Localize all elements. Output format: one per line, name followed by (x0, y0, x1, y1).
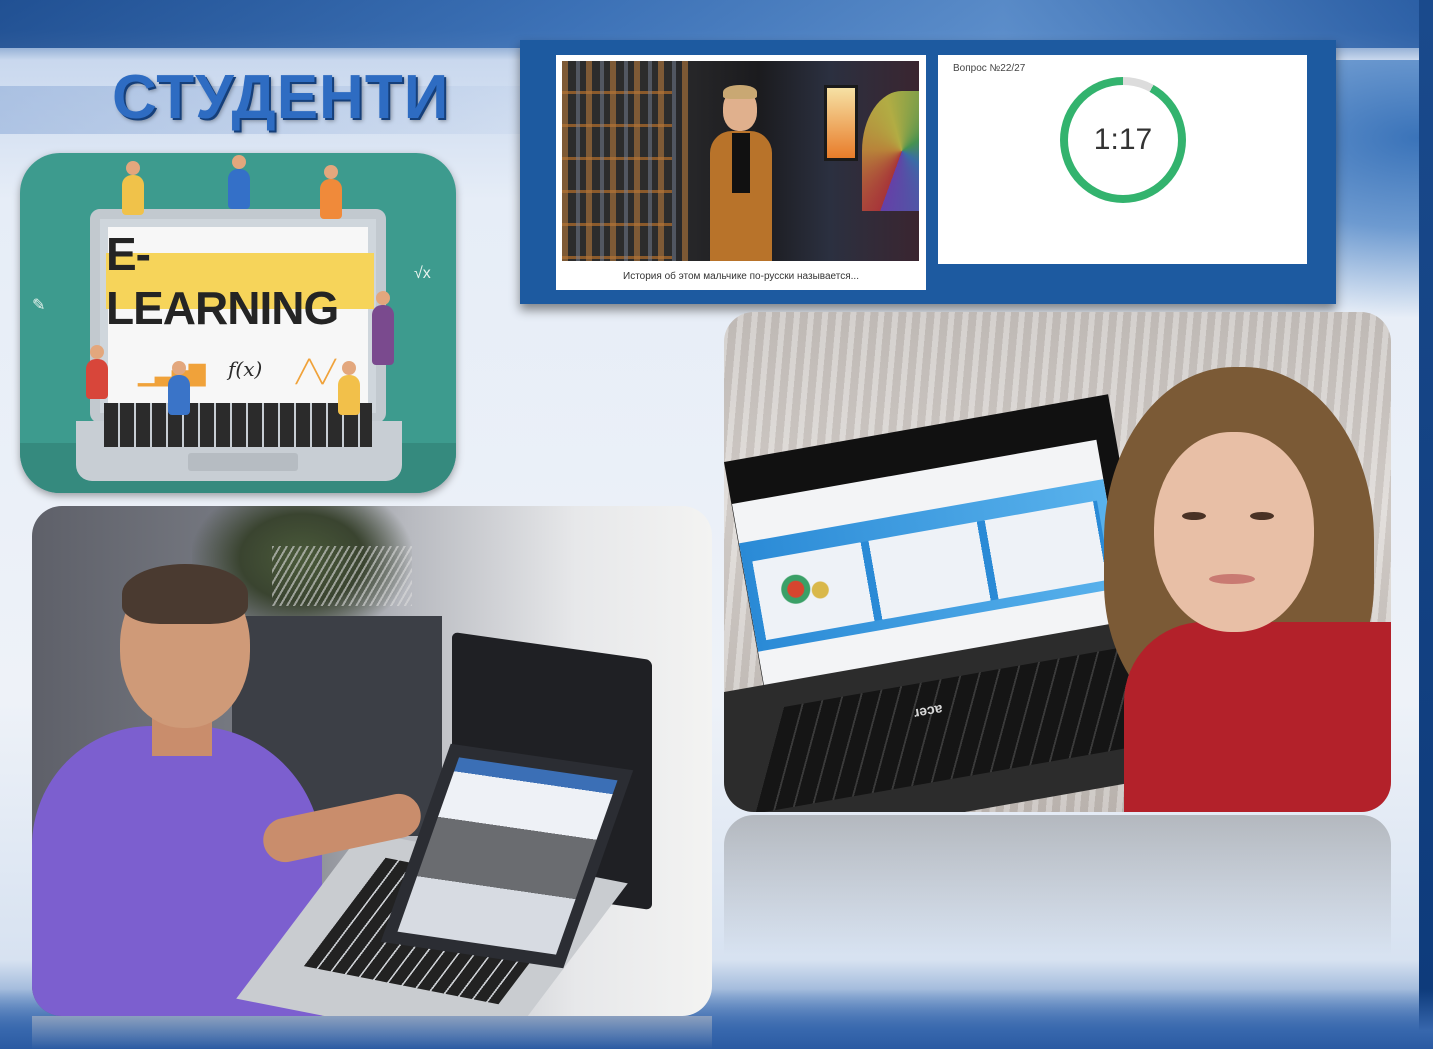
elearning-illustration: E-LEARNING f(x) ▁▃▅▇ ╱╲╱ ✎ √x (20, 153, 456, 493)
question-counter: Вопрос №22/27 (953, 63, 1026, 74)
photo-student-man (32, 506, 712, 1016)
person-figure (122, 175, 144, 215)
function-icon: f(x) (228, 357, 263, 381)
person-figure (320, 179, 342, 219)
laptop-keyboard (104, 403, 372, 447)
woman-eye (1250, 512, 1274, 520)
person-head (376, 291, 390, 305)
person-figure (86, 359, 108, 399)
woman-top (1124, 622, 1391, 812)
right-decor-stripe (1419, 0, 1433, 1049)
woman-eye (1182, 512, 1206, 520)
photo-student-woman: acer (724, 312, 1391, 812)
timer-value: 1:17 (1068, 85, 1178, 195)
person-head (90, 345, 104, 359)
lamp (824, 85, 858, 161)
presenter-hair (723, 85, 757, 99)
person-figure (338, 375, 360, 415)
person-figure (228, 169, 250, 209)
woman-lips (1209, 574, 1255, 584)
photo-reflection (32, 1016, 712, 1049)
person-head (172, 361, 186, 375)
person-head (232, 155, 246, 169)
laptop-touchpad (188, 453, 298, 471)
man-hair (122, 564, 248, 624)
person-head (342, 361, 356, 375)
slide-title: СТУДЕНТИ (112, 63, 450, 132)
person-head (126, 161, 140, 175)
tinsel (272, 546, 412, 606)
video-caption: История об этом мальчике по-русски назыв… (623, 271, 859, 282)
presenter-shirt (732, 133, 750, 193)
sqrt-icon: √x (414, 265, 431, 282)
photo-reflection (724, 815, 1391, 955)
rainbow-wall (862, 91, 919, 211)
elearning-banner: E-LEARNING (106, 228, 374, 334)
person-head (324, 165, 338, 179)
person-figure (168, 375, 190, 415)
kremlin-image (774, 562, 843, 622)
pencil-icon: ✎ (32, 297, 46, 314)
bookshelf-items (562, 61, 692, 261)
video-frame (562, 61, 919, 261)
line-chart-icon: ╱╲╱ (296, 359, 336, 384)
person-figure (372, 305, 394, 365)
woman-face (1154, 432, 1314, 632)
